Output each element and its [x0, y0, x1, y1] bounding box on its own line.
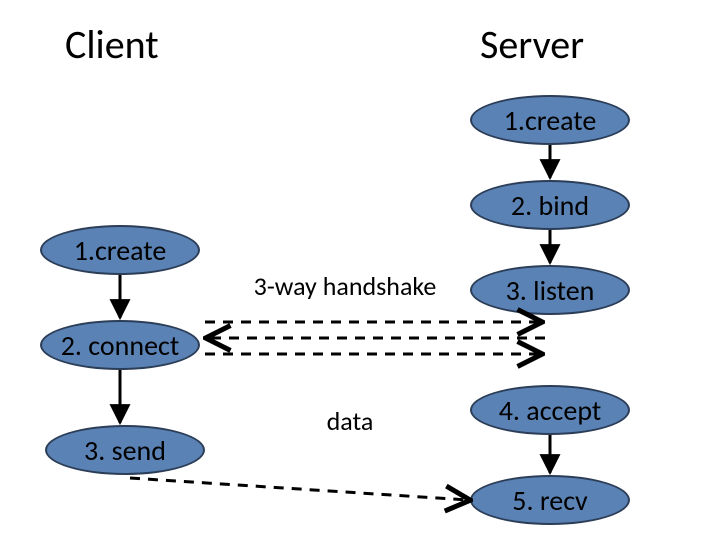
handshake-label: 3-way handshake	[225, 270, 465, 302]
data-line	[130, 478, 468, 500]
server-node-create: 1.create	[470, 95, 630, 145]
client-node-send-label: 3. send	[84, 433, 166, 468]
server-node-listen-label: 3. listen	[506, 273, 595, 308]
client-node-send: 3. send	[45, 425, 205, 475]
server-node-accept: 4. accept	[470, 385, 630, 435]
client-node-create-label: 1.create	[74, 233, 167, 268]
client-node-connect-label: 2. connect	[61, 328, 180, 363]
server-node-listen: 3. listen	[470, 265, 630, 315]
server-node-bind: 2. bind	[470, 180, 630, 230]
data-label: data	[300, 405, 400, 437]
server-node-accept-label: 4. accept	[499, 393, 602, 428]
server-node-recv-label: 5. recv	[512, 483, 587, 518]
server-node-bind-label: 2. bind	[511, 188, 589, 223]
server-node-recv: 5. recv	[470, 475, 630, 525]
server-node-create-label: 1.create	[504, 103, 597, 138]
client-heading: Client	[65, 20, 159, 69]
diagram-stage: Client Server 1.create 2. bind 3. listen…	[0, 0, 720, 540]
server-heading: Server	[480, 20, 584, 69]
client-node-connect: 2. connect	[40, 320, 200, 370]
client-node-create: 1.create	[40, 225, 200, 275]
